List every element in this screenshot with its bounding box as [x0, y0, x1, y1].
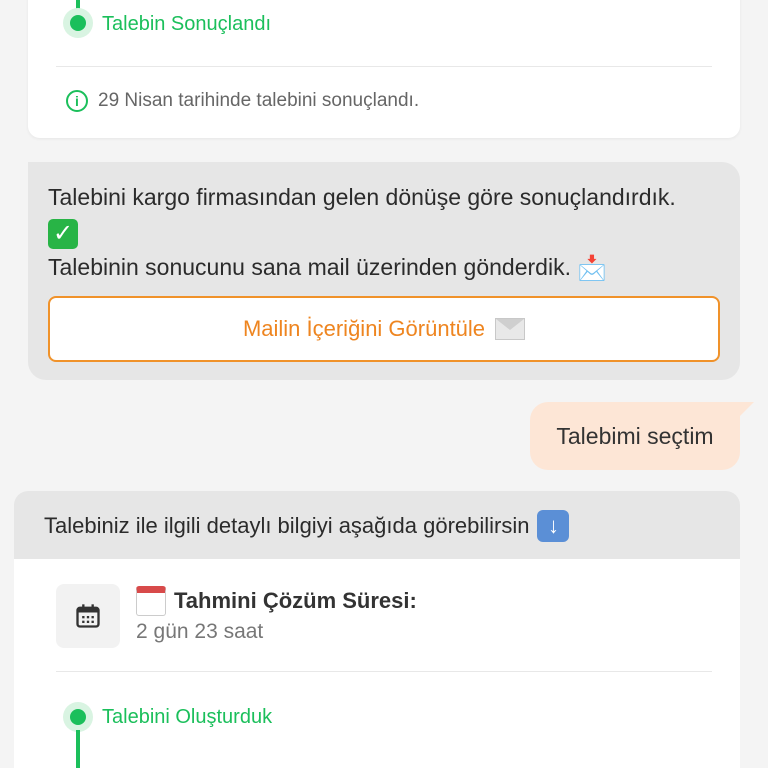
calendar-icon-box [56, 584, 120, 648]
calendar-icon [76, 604, 100, 628]
timeline-dot-icon [63, 8, 93, 38]
timeline-dot-icon [63, 702, 93, 732]
info-icon: i [66, 90, 88, 112]
user-message-text: Talebimi seçtim [556, 422, 714, 449]
bot-message-text: Talebini kargo firmasından gelen dönüşe … [48, 180, 728, 286]
resolution-date-text: 29 Nisan tarihinde talebini sonuçlandı. [98, 90, 420, 111]
step-label-created: Talebini Oluşturduk [102, 706, 273, 728]
bot-message-line1: Talebini kargo firmasından gelen dönüşe … [48, 184, 676, 210]
user-message-bubble: Talebimi seçtim [530, 402, 754, 470]
timeline-line [76, 730, 80, 768]
detail-card-header: Talebiniz ile ilgili detaylı bilgiyi aşa… [14, 491, 740, 559]
down-arrow-icon: ↓ [537, 510, 570, 542]
divider [56, 66, 712, 67]
check-mark-icon: ✓ [48, 218, 78, 249]
bot-message-line2: Talebinin sonucunu sana mail üzerinden g… [48, 254, 571, 280]
view-mail-content-button[interactable]: Mailin İçeriğini Görüntüle [48, 296, 720, 362]
view-mail-button-label: Mailin İçeriğini Görüntüle [242, 316, 486, 341]
step-label-resolved: Talebin Sonuçlandı [102, 13, 272, 35]
resolution-info: i 29 Nisan tarihinde talebini sonuçlandı… [66, 90, 419, 112]
divider [56, 671, 712, 672]
envelope-arrow-icon: 📩 [577, 255, 608, 283]
eta-title: Tahmini Çözüm Süresi: [136, 586, 417, 616]
envelope-icon [495, 318, 526, 340]
detail-header-text: Talebiniz ile ilgili detaylı bilgiyi aşa… [44, 513, 530, 538]
eta-value: 2 gün 23 saat [136, 620, 264, 643]
eta-title-text: Tahmini Çözüm Süresi: [174, 588, 417, 613]
notepad-calendar-icon [136, 586, 166, 616]
